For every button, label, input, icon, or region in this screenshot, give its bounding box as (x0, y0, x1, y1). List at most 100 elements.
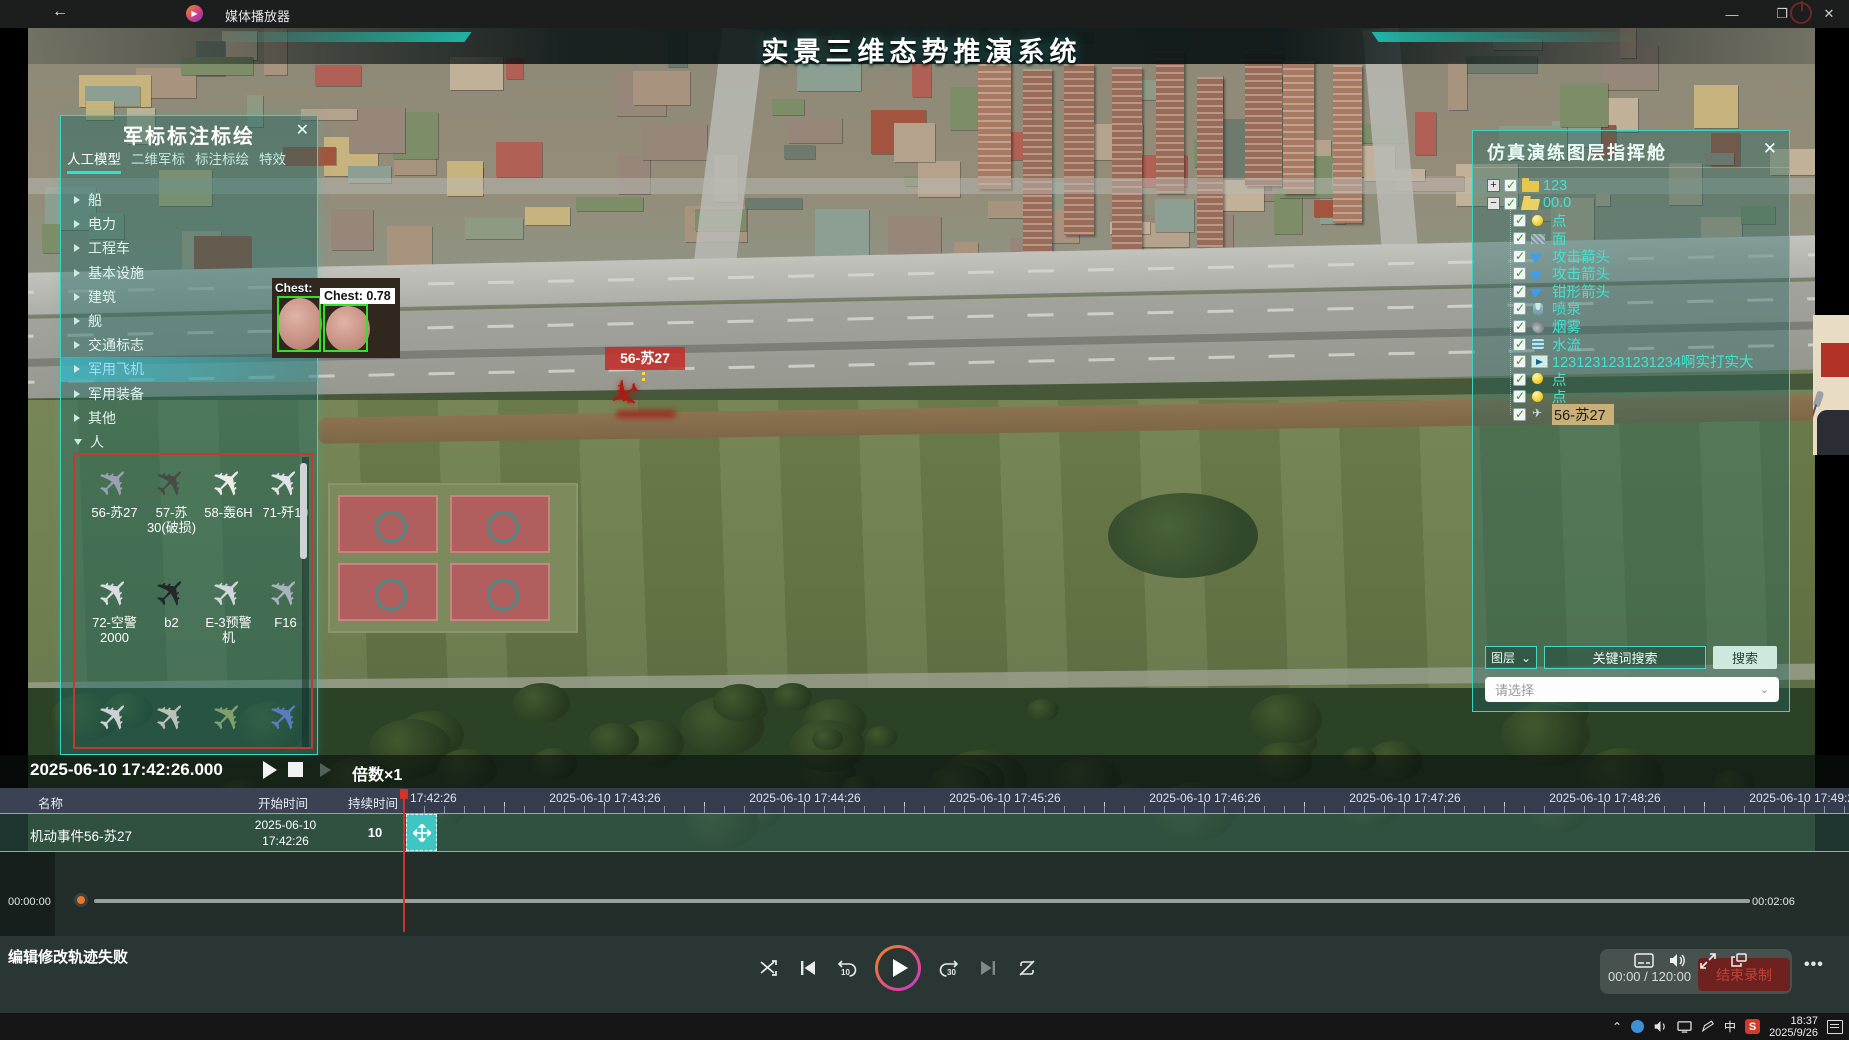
tray-pen-icon[interactable] (1701, 1020, 1715, 1033)
minimize-button[interactable]: — (1712, 0, 1752, 28)
tree-item-钳形箭头[interactable]: 钳形箭头 (1473, 283, 1791, 301)
model-item-72-空警2000[interactable]: ✈72-空警2000 (86, 573, 143, 645)
timeline-playhead[interactable] (403, 789, 405, 932)
checkbox-checked-icon[interactable] (1513, 408, 1526, 421)
tree-item-label: 1231231231231234啊实打实大 (1552, 351, 1754, 372)
volume-icon[interactable] (1668, 953, 1686, 968)
previous-track-icon[interactable] (797, 957, 819, 979)
ruler-label: 2025-06-10 17:49:26 (1749, 791, 1849, 805)
next-track-icon[interactable] (977, 957, 999, 979)
back-button[interactable]: ← (52, 3, 68, 21)
checkbox-checked-icon[interactable] (1513, 373, 1526, 386)
tree-expander-icon[interactable]: − (1487, 197, 1500, 210)
checkbox-checked-icon[interactable] (1513, 320, 1526, 333)
tray-network-icon[interactable] (1677, 1020, 1692, 1033)
keyword-search-input[interactable]: 关键词搜索 (1544, 646, 1706, 669)
category-item-工程车[interactable]: 工程车 (61, 236, 319, 260)
category-item-船[interactable]: 船 (61, 188, 319, 212)
category-item-军用飞机[interactable]: 军用飞机 (61, 357, 319, 381)
event-clip-handle[interactable] (406, 814, 437, 851)
layer-type-select[interactable]: 图层 ⌄ (1485, 646, 1537, 669)
tree-item-00.0[interactable]: −00.0 (1473, 195, 1791, 213)
map-unit-label[interactable]: 56-苏27 (605, 347, 685, 370)
checkbox-checked-icon[interactable] (1513, 214, 1526, 227)
building (888, 216, 941, 255)
category-label: 人 (90, 432, 104, 452)
checkbox-checked-icon[interactable] (1513, 390, 1526, 403)
timeline-stop-button[interactable] (288, 762, 303, 777)
checkbox-checked-icon[interactable] (1513, 338, 1526, 351)
model-grid-scrollbar[interactable] (302, 457, 309, 747)
model-item[interactable]: ✈ (143, 697, 200, 739)
tree-item-喷泉[interactable]: 喷泉 (1473, 300, 1791, 318)
hidden-icons-chevron[interactable]: ⌃ (1612, 1020, 1622, 1034)
select-dropdown[interactable]: 请选择 ⌄ (1485, 677, 1779, 702)
left-panel-close-icon[interactable]: ✕ (296, 120, 309, 140)
right-panel-close-icon[interactable]: ✕ (1763, 139, 1777, 159)
tab-二维军标[interactable]: 二维军标 (131, 148, 185, 174)
ime-indicator[interactable]: 中 (1724, 1018, 1736, 1035)
tree-item-1231231231231234啊实打实大[interactable]: 1231231231231234啊实打实大 (1473, 353, 1791, 371)
taskbar-clock[interactable]: 18:37 2025/9/26 (1769, 1015, 1818, 1039)
tree-item-点[interactable]: 点 (1473, 371, 1791, 389)
model-item-56-苏27[interactable]: ✈56-苏27 (86, 463, 143, 520)
tree-expander-icon[interactable]: + (1487, 179, 1500, 192)
more-options-button[interactable]: ••• (1804, 956, 1824, 974)
playback-speed[interactable]: 倍数×1 (352, 761, 402, 785)
model-item-57-苏30(破损)[interactable]: ✈57-苏30(破损) (143, 463, 200, 535)
close-button[interactable]: ✕ (1809, 0, 1849, 28)
checkbox-checked-icon[interactable] (1513, 285, 1526, 298)
repeat-off-icon[interactable] (1016, 957, 1038, 979)
category-item-军用装备[interactable]: 军用装备 (61, 382, 319, 406)
event-row[interactable]: 机动事件56-苏27 2025-06-10 17:42:26 10 (0, 813, 1849, 852)
checkbox-checked-icon[interactable] (1513, 250, 1526, 263)
checkbox-checked-icon[interactable] (1513, 267, 1526, 280)
category-label: 军用飞机 (88, 359, 144, 379)
tree-item-攻击箭头[interactable]: 攻击箭头 (1473, 265, 1791, 283)
forward-30-icon[interactable]: 30 (938, 957, 960, 979)
arrow-icon (1531, 284, 1548, 298)
tree-item-烟雾[interactable]: 烟雾 (1473, 318, 1791, 336)
tree-item-123[interactable]: +123 (1473, 177, 1791, 195)
mini-player-icon[interactable] (1730, 953, 1747, 968)
model-item-b2[interactable]: ✈b2 (143, 573, 200, 630)
progress-slider-handle[interactable] (74, 893, 88, 907)
tray-volume-icon[interactable] (1653, 1020, 1668, 1033)
checkbox-checked-icon[interactable] (1504, 179, 1517, 192)
category-item-人[interactable]: 人 (61, 430, 319, 454)
tab-标注标绘[interactable]: 标注标绘 (195, 148, 249, 174)
tree-item-点[interactable]: 点 (1473, 388, 1791, 406)
model-item[interactable]: ✈ (86, 697, 143, 739)
scrollbar-thumb[interactable] (300, 463, 307, 559)
category-item-其他[interactable]: 其他 (61, 406, 319, 430)
progress-track[interactable] (94, 899, 1750, 903)
model-item-58-轰6H[interactable]: ✈58-轰6H (200, 463, 257, 520)
checkbox-checked-icon[interactable] (1513, 232, 1526, 245)
timeline-track-area[interactable] (0, 852, 1849, 936)
tab-特效[interactable]: 特效 (259, 148, 286, 174)
checkbox-checked-icon[interactable] (1513, 302, 1526, 315)
timeline-play-button[interactable] (263, 761, 277, 779)
tree-item-56-苏27[interactable]: 56-苏27 (1473, 406, 1791, 424)
tree-item-面[interactable]: 面 (1473, 230, 1791, 248)
model-item[interactable]: ✈ (200, 697, 257, 739)
model-item-E-3预警机[interactable]: ✈E-3预警机 (200, 573, 257, 645)
sogou-input-icon[interactable]: S (1745, 1019, 1760, 1034)
category-item-电力[interactable]: 电力 (61, 212, 319, 236)
subtitles-icon[interactable] (1634, 953, 1654, 968)
tray-app-icon[interactable] (1631, 1020, 1644, 1033)
timeline-step-icon[interactable] (320, 763, 331, 777)
fullscreen-icon[interactable] (1700, 953, 1716, 969)
shuffle-off-icon[interactable] (758, 957, 780, 979)
checkbox-checked-icon[interactable] (1513, 355, 1526, 368)
rewind-10-icon[interactable]: 10 (836, 957, 858, 979)
tree-cluster (1108, 493, 1258, 578)
tab-人工模型[interactable]: 人工模型 (67, 148, 121, 174)
play-button[interactable] (875, 945, 921, 991)
search-button[interactable]: 搜索 (1713, 646, 1777, 669)
action-center-icon[interactable] (1827, 1020, 1843, 1034)
time-ruler[interactable]: 17:42:262025-06-10 17:43:262025-06-10 17… (404, 788, 1849, 813)
tree-item-攻击箭头[interactable]: 攻击箭头 (1473, 247, 1791, 265)
tree-item-点[interactable]: 点 (1473, 212, 1791, 230)
checkbox-checked-icon[interactable] (1504, 197, 1517, 210)
